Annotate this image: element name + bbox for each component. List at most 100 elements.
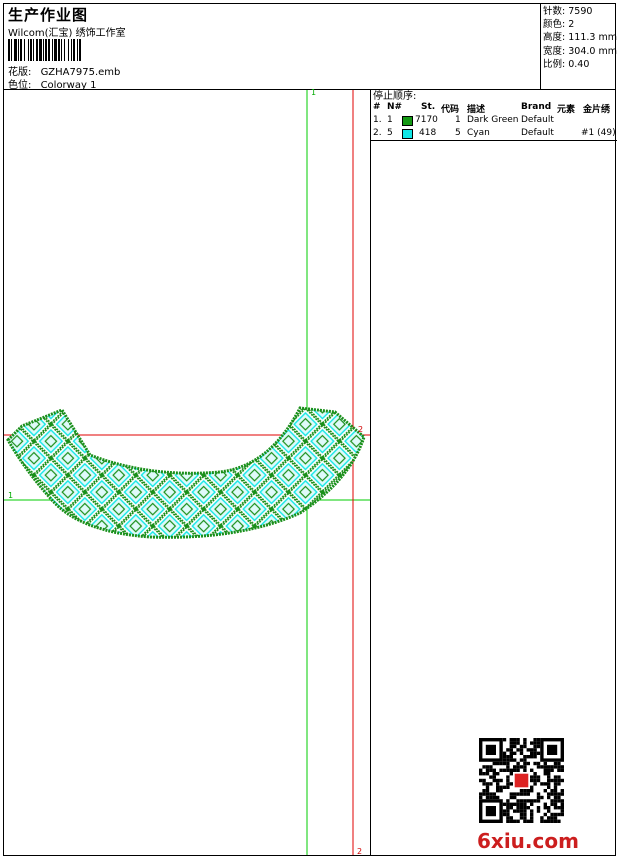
qr-module <box>536 809 541 813</box>
qr-module <box>523 812 527 817</box>
qr-module <box>492 772 496 776</box>
qr-module <box>543 806 547 810</box>
qr-module <box>530 768 534 772</box>
qr-module <box>557 792 561 796</box>
qr-module <box>557 782 561 786</box>
qr-module <box>523 799 527 803</box>
qr-module <box>516 809 520 813</box>
qr-module <box>526 799 530 803</box>
qr-module <box>536 792 541 796</box>
qr-module <box>560 789 564 793</box>
qr-module <box>519 751 524 755</box>
qr-module <box>479 768 483 772</box>
qr-module <box>485 795 490 800</box>
qr-module <box>516 792 520 796</box>
qr-module <box>553 819 558 823</box>
qr-module <box>536 761 541 766</box>
qr-module <box>485 765 490 769</box>
qr-module <box>516 738 520 742</box>
qr-module <box>513 819 517 823</box>
design-canvas <box>4 90 564 855</box>
qr-module <box>496 785 500 789</box>
qr-module <box>523 806 527 810</box>
qr-module <box>496 795 500 800</box>
qr-module <box>560 792 564 796</box>
qr-module <box>557 799 561 803</box>
qr-module <box>557 806 561 810</box>
qr-module <box>506 755 510 759</box>
axis-label-red-bottom: 2 <box>357 847 363 856</box>
qr-module <box>553 789 558 793</box>
qr-module <box>516 765 520 769</box>
qr-module <box>543 812 547 817</box>
qr-module <box>519 799 524 803</box>
qr-module <box>516 768 520 772</box>
qr-module <box>506 802 510 806</box>
qr-module <box>530 802 534 806</box>
qr-module <box>516 741 520 745</box>
qr-module <box>550 819 554 823</box>
qr-module <box>502 785 507 789</box>
qr-module <box>509 768 513 772</box>
qr-module <box>543 768 547 772</box>
qr-module <box>553 792 558 796</box>
qr-module <box>536 806 541 810</box>
qr-module <box>519 748 524 752</box>
qr-module <box>492 778 496 783</box>
qr-module <box>506 761 510 766</box>
qr-code <box>479 738 564 823</box>
qr-module <box>492 775 496 779</box>
qr-module <box>509 758 513 762</box>
qr-module <box>509 751 513 755</box>
qr-module <box>553 799 558 803</box>
qr-module <box>560 768 564 772</box>
qr-module <box>502 761 507 766</box>
qr-module <box>479 795 483 800</box>
qr-module <box>530 789 534 793</box>
qr-module <box>526 748 530 752</box>
qr-module <box>530 748 534 752</box>
qr-module <box>485 789 490 793</box>
qr-module <box>547 816 551 820</box>
qr-module <box>502 802 507 806</box>
qr-module <box>540 819 544 823</box>
qr-module <box>506 809 510 813</box>
qr-module <box>536 775 541 779</box>
qr-module <box>509 795 513 800</box>
qr-module <box>550 799 554 803</box>
axis-label-green-top: 1 <box>311 88 317 97</box>
qr-module <box>560 778 564 783</box>
qr-module <box>553 778 558 783</box>
qr-module <box>482 765 486 769</box>
qr-module <box>479 792 483 796</box>
qr-module <box>560 799 564 803</box>
qr-module <box>506 812 510 817</box>
qr-module <box>536 765 541 769</box>
qr-module <box>479 772 483 776</box>
qr-module <box>526 806 530 810</box>
qr-module <box>533 782 537 786</box>
qr-module <box>557 761 561 766</box>
qr-module <box>506 765 510 769</box>
qr-module <box>553 775 558 779</box>
qr-module <box>547 768 551 772</box>
qr-module <box>553 816 558 820</box>
qr-module <box>489 768 493 772</box>
qr-module <box>557 795 561 800</box>
qr-module <box>526 755 530 759</box>
qr-module <box>530 741 534 745</box>
qr-module <box>553 802 558 806</box>
qr-module <box>540 765 544 769</box>
qr-module <box>547 809 551 813</box>
qr-module <box>519 809 524 813</box>
qr-module <box>523 819 527 823</box>
qr-module <box>489 775 493 779</box>
qr-module <box>543 765 547 769</box>
qr-module <box>547 772 551 776</box>
qr-module <box>530 778 534 783</box>
qr-module <box>516 806 520 810</box>
qr-module <box>519 816 524 820</box>
qr-module <box>523 755 527 759</box>
qr-module <box>530 755 534 759</box>
qr-module <box>533 738 537 742</box>
